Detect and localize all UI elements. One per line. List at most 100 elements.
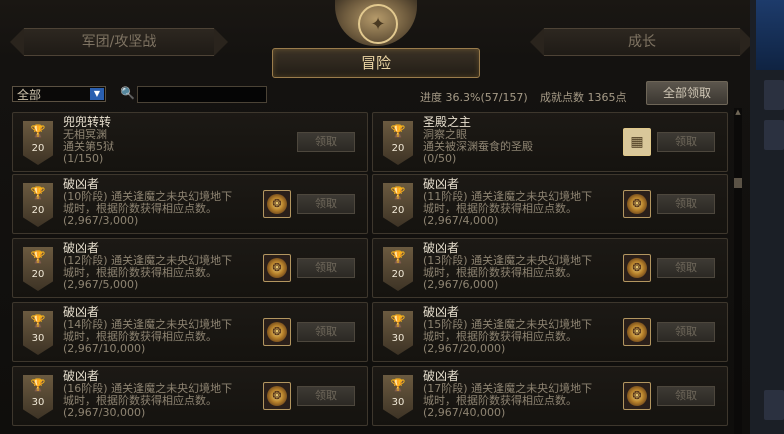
claim-button[interactable]: 领取	[657, 386, 715, 406]
side-banner	[756, 0, 784, 70]
trophy-icon: 🏆	[30, 314, 46, 328]
scroll-thumb[interactable]	[734, 178, 742, 188]
achievement-text: 破凶者 (12阶段) 通关逢魔之未央幻境地下 城时，根据阶数获得相应点数。 (2…	[63, 242, 253, 291]
achievement-panel: ✦ 军团/攻坚战 成长 冒险 全部 ▼ 🔍 进度 36.3%(57/157) 成…	[0, 0, 754, 434]
badge-level: 30	[31, 397, 45, 408]
achievement-progress: (2,967/30,000)	[63, 406, 146, 419]
trophy-icon: 🏆	[390, 124, 406, 138]
emblem-icon: ❂	[623, 318, 651, 346]
badge-level: 20	[391, 143, 405, 154]
compass-icon: ✦	[358, 4, 398, 44]
badge-level: 30	[31, 333, 45, 344]
tab-legion-siege[interactable]: 军团/攻坚战	[10, 28, 228, 56]
level-badge: 🏆 20	[23, 247, 53, 291]
badge-level: 20	[31, 269, 45, 280]
level-badge: 🏆 20	[23, 183, 53, 227]
level-badge: 🏆 20	[383, 121, 413, 165]
achievement-progress: (2,967/20,000)	[423, 342, 506, 355]
claim-button[interactable]: 领取	[297, 132, 355, 152]
tab-growth[interactable]: 成长	[530, 28, 754, 56]
level-badge: 🏆 20	[383, 183, 413, 227]
scroll-up-icon[interactable]: ▲	[734, 108, 742, 116]
achievement-card: 🏆 20 破凶者 (12阶段) 通关逢魔之未央幻境地下 城时，根据阶数获得相应点…	[12, 238, 368, 298]
side-item[interactable]	[764, 80, 784, 110]
chevron-down-icon[interactable]: ▼	[90, 88, 104, 100]
claim-button[interactable]: 领取	[657, 194, 715, 214]
claim-button[interactable]: 领取	[657, 322, 715, 342]
achievement-progress: (2,967/4,000)	[423, 214, 499, 227]
header-emblem: ✦	[335, 0, 417, 46]
achievement-progress: (0/50)	[423, 152, 457, 165]
achievement-card: 🏆 30 破凶者 (15阶段) 通关逢魔之未央幻境地下 城时，根据阶数获得相应点…	[372, 302, 728, 362]
level-badge: 🏆 30	[383, 375, 413, 419]
achievement-card: 🏆 30 破凶者 (17阶段) 通关逢魔之未央幻境地下 城时，根据阶数获得相应点…	[372, 366, 728, 426]
achievement-progress: (1/150)	[63, 152, 104, 165]
achievement-text: 破凶者 (14阶段) 通关逢魔之未央幻境地下 城时，根据阶数获得相应点数。 (2…	[63, 306, 253, 355]
tab-adventure[interactable]: 冒险	[272, 48, 480, 78]
category-select-value: 全部	[17, 88, 42, 102]
badge-level: 30	[391, 333, 405, 344]
achievement-progress: (2,967/6,000)	[423, 278, 499, 291]
achievement-text: 圣殿之主 洞察之眼 通关被深渊蚕食的圣殿 (0/50)	[423, 116, 613, 165]
search-icon: 🔍	[120, 86, 135, 100]
achievement-text: 破凶者 (13阶段) 通关逢魔之未央幻境地下 城时，根据阶数获得相应点数。 (2…	[423, 242, 613, 291]
achievement-progress: (2,967/5,000)	[63, 278, 139, 291]
emblem-icon: ❂	[263, 190, 291, 218]
achievement-card: 🏆 30 破凶者 (14阶段) 通关逢魔之未央幻境地下 城时，根据阶数获得相应点…	[12, 302, 368, 362]
achievement-progress: (2,967/10,000)	[63, 342, 146, 355]
badge-level: 20	[391, 205, 405, 216]
search-input[interactable]	[137, 86, 267, 103]
claim-all-button[interactable]: 全部领取	[646, 81, 728, 105]
badge-level: 30	[391, 397, 405, 408]
achievement-text: 破凶者 (17阶段) 通关逢魔之未央幻境地下 城时，根据阶数获得相应点数。 (2…	[423, 370, 613, 419]
scrollbar[interactable]: ▲	[734, 108, 742, 434]
side-item[interactable]	[764, 120, 784, 150]
trophy-icon: 🏆	[390, 186, 406, 200]
side-strip	[750, 0, 784, 434]
claim-button[interactable]: 领取	[297, 194, 355, 214]
level-badge: 🏆 20	[23, 121, 53, 165]
progress-value: 36.3%(57/157)	[445, 91, 528, 104]
emblem-icon: ❂	[623, 382, 651, 410]
achievement-card: 🏆 30 破凶者 (16阶段) 通关逢魔之未央幻境地下 城时，根据阶数获得相应点…	[12, 366, 368, 426]
badge-level: 20	[391, 269, 405, 280]
emblem-icon: ❂	[623, 254, 651, 282]
map-icon: ▦	[623, 128, 651, 156]
achievement-card: 🏆 20 破凶者 (10阶段) 通关逢魔之未央幻境地下 城时，根据阶数获得相应点…	[12, 174, 368, 234]
achievement-progress: (2,967/3,000)	[63, 214, 139, 227]
achievement-progress: (2,967/40,000)	[423, 406, 506, 419]
category-select[interactable]: 全部 ▼	[12, 86, 106, 102]
achievement-text: 破凶者 (10阶段) 通关逢魔之未央幻境地下 城时，根据阶数获得相应点数。 (2…	[63, 178, 253, 227]
trophy-icon: 🏆	[30, 124, 46, 138]
emblem-icon: ❂	[623, 190, 651, 218]
side-item[interactable]	[764, 390, 784, 420]
level-badge: 🏆 30	[23, 375, 53, 419]
badge-level: 20	[31, 143, 45, 154]
trophy-icon: 🏆	[30, 250, 46, 264]
level-badge: 🏆 30	[383, 311, 413, 355]
level-badge: 🏆 30	[23, 311, 53, 355]
emblem-icon: ❂	[263, 318, 291, 346]
claim-button[interactable]: 领取	[297, 322, 355, 342]
claim-button[interactable]: 领取	[297, 386, 355, 406]
claim-button[interactable]: 领取	[657, 132, 715, 152]
achievement-text: 破凶者 (11阶段) 通关逢魔之未央幻境地下 城时，根据阶数获得相应点数。 (2…	[423, 178, 613, 227]
trophy-icon: 🏆	[390, 378, 406, 392]
achievement-card: 🏆 20 兜兜转转 无相冥渊 通关第5狱 (1/150) 领取	[12, 112, 368, 172]
achievement-card: 🏆 20 破凶者 (11阶段) 通关逢魔之未央幻境地下 城时，根据阶数获得相应点…	[372, 174, 728, 234]
claim-button[interactable]: 领取	[297, 258, 355, 278]
progress-label: 进度	[420, 91, 442, 104]
claim-button[interactable]: 领取	[657, 258, 715, 278]
achievement-text: 兜兜转转 无相冥渊 通关第5狱 (1/150)	[63, 116, 253, 165]
trophy-icon: 🏆	[30, 378, 46, 392]
points-label: 成就点数	[540, 91, 584, 104]
points-value: 1365点	[587, 91, 627, 104]
points-readout: 成就点数 1365点	[540, 89, 627, 105]
level-badge: 🏆 20	[383, 247, 413, 291]
trophy-icon: 🏆	[30, 186, 46, 200]
trophy-icon: 🏆	[390, 250, 406, 264]
achievement-card: 🏆 20 破凶者 (13阶段) 通关逢魔之未央幻境地下 城时，根据阶数获得相应点…	[372, 238, 728, 298]
badge-level: 20	[31, 205, 45, 216]
emblem-icon: ❂	[263, 254, 291, 282]
achievement-text: 破凶者 (16阶段) 通关逢魔之未央幻境地下 城时，根据阶数获得相应点数。 (2…	[63, 370, 253, 419]
